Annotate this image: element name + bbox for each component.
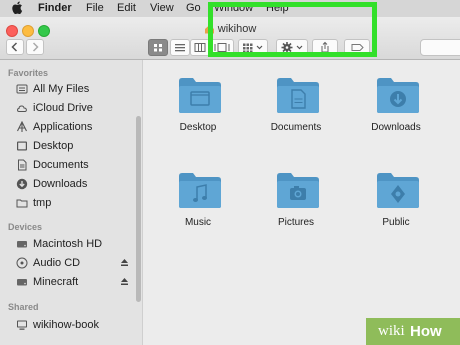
menu-edit[interactable]: Edit: [117, 2, 136, 14]
icon-view-button[interactable]: [148, 39, 168, 56]
folder-label: Downloads: [371, 122, 421, 133]
sidebar-item-all-my-files[interactable]: All My Files: [16, 82, 136, 98]
folder-documents[interactable]: Documents: [261, 75, 331, 145]
sidebar-item-icloud-drive[interactable]: iCloud Drive: [16, 101, 136, 117]
sidebar-item-desktop[interactable]: Desktop: [16, 139, 136, 155]
menu-file[interactable]: File: [86, 2, 104, 14]
folder-label: Public: [382, 217, 410, 228]
folder-music[interactable]: Music: [163, 170, 233, 240]
menu-go[interactable]: Go: [186, 2, 201, 14]
computer-icon: [17, 320, 27, 330]
sidebar-item-label: tmp: [33, 197, 52, 209]
folder-downloads[interactable]: Downloads: [361, 75, 431, 145]
folder-label: Documents: [270, 122, 322, 133]
sidebar-item-macintosh-hd[interactable]: Macintosh HD: [16, 237, 136, 253]
sidebar-item-label: Downloads: [33, 178, 88, 190]
cd-icon: [16, 257, 28, 269]
folder-label: Pictures: [277, 217, 315, 228]
sidebar-item-tmp[interactable]: tmp: [16, 196, 136, 212]
forward-button[interactable]: [26, 39, 44, 55]
sidebar-item-downloads[interactable]: Downloads: [16, 177, 136, 193]
chevron-left-icon: [11, 42, 18, 52]
list-view-button[interactable]: [170, 39, 190, 56]
sidebar-item-label: Desktop: [33, 140, 74, 152]
menu-view[interactable]: View: [150, 2, 174, 14]
desktop-icon: [17, 141, 27, 151]
sidebar-item-label: Applications: [33, 121, 93, 133]
sidebar-item-label: Macintosh HD: [33, 238, 103, 250]
sidebar-item-label: wikihow-book: [33, 319, 100, 331]
eject-icon[interactable]: [120, 277, 129, 286]
sidebar-item-audio-cd[interactable]: Audio CD: [16, 256, 136, 272]
column-view-button[interactable]: [190, 39, 210, 56]
menu-finder[interactable]: Finder: [38, 2, 72, 14]
back-button[interactable]: [6, 39, 24, 55]
sidebar-item-documents[interactable]: Documents: [16, 158, 136, 174]
sidebar-item-label: Minecraft: [33, 276, 79, 288]
wikihow-watermark: wiki How: [366, 318, 460, 345]
search-input[interactable]: [420, 39, 460, 56]
sidebar-item-label: All My Files: [33, 83, 90, 95]
sidebar-favorites-header: Favorites: [8, 68, 49, 78]
finder-window: wikihow Favorites All My Files iCloud Dr…: [0, 17, 460, 345]
highlight-box: [208, 2, 377, 57]
folder-label: Desktop: [179, 122, 217, 133]
sidebar-item-wikihow-book[interactable]: wikihow-book: [16, 318, 136, 334]
watermark-how: How: [410, 323, 442, 340]
chevron-right-icon: [32, 42, 39, 52]
music-folder-icon: [179, 173, 221, 208]
sidebar-shared-header: Shared: [8, 302, 39, 312]
downloads-folder-icon: [377, 78, 419, 113]
download-icon: [16, 178, 28, 190]
grid-icon: [154, 44, 162, 52]
list-icon: [175, 44, 185, 52]
all-files-icon: [16, 84, 28, 94]
sidebar-item-label: Documents: [33, 159, 89, 171]
sidebar-item-minecraft[interactable]: Minecraft: [16, 275, 136, 291]
folder-grid: Desktop Documents Downloads Music Pictur…: [143, 60, 460, 345]
apple-icon[interactable]: [12, 1, 23, 14]
eject-icon[interactable]: [120, 258, 129, 267]
folder-label: Music: [184, 217, 212, 228]
sidebar-devices-header: Devices: [8, 222, 43, 232]
pictures-folder-icon: [277, 173, 319, 208]
folder-public[interactable]: Public: [361, 170, 431, 240]
sidebar-item-applications[interactable]: Applications: [16, 120, 136, 136]
desktop-folder-icon: [179, 78, 221, 113]
folder-pictures[interactable]: Pictures: [261, 170, 331, 240]
folder-icon: [16, 199, 28, 208]
watermark-wiki: wiki: [378, 323, 405, 339]
sidebar-scrollbar[interactable]: [136, 116, 141, 302]
sidebar-item-label: Audio CD: [33, 257, 81, 269]
folder-desktop[interactable]: Desktop: [163, 75, 233, 145]
columns-icon: [194, 43, 206, 52]
documents-folder-icon: [277, 78, 319, 113]
document-icon: [18, 159, 27, 171]
applications-icon: [17, 121, 27, 132]
public-folder-icon: [377, 173, 419, 208]
sidebar: Favorites All My Files iCloud Drive Appl…: [0, 60, 143, 345]
cloud-icon: [17, 105, 27, 112]
disk-image-icon: [17, 279, 27, 286]
sidebar-item-label: iCloud Drive: [33, 102, 93, 114]
hard-drive-icon: [17, 241, 27, 248]
